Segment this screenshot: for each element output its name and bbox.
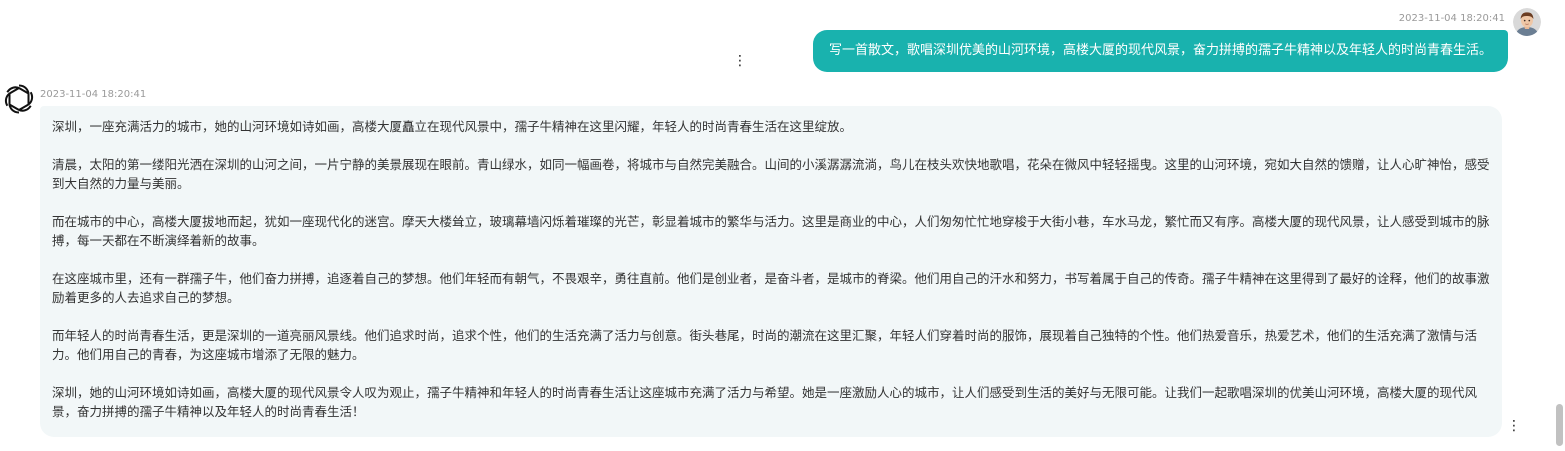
bot-message-more-icon[interactable]: ⋮: [1507, 417, 1521, 435]
bot-paragraph: 清晨，太阳的第一缕阳光洒在深圳的山河之间，一片宁静的美景展现在眼前。青山绿水，如…: [52, 157, 1490, 191]
user-avatar: [1513, 8, 1541, 36]
user-message-more-icon[interactable]: ⋮: [733, 52, 747, 70]
scrollbar-thumb[interactable]: [1556, 404, 1563, 446]
user-message-timestamp: 2023-11-04 18:20:41: [1398, 13, 1505, 24]
bot-paragraph: 而年轻人的时尚青春生活，更是深圳的一道亮丽风景线。他们追求时尚，追求个性，他们的…: [52, 328, 1478, 362]
bot-message-bubble: 深圳，一座充满活力的城市，她的山河环境如诗如画，高楼大厦矗立在现代风景中，孺子牛…: [40, 106, 1502, 437]
bot-paragraph: 深圳，她的山河环境如诗如画，高楼大厦的现代风景令人叹为观止，孺子牛精神和年轻人的…: [52, 385, 1478, 419]
bot-message-timestamp: 2023-11-04 18:20:41: [40, 89, 147, 100]
user-message-bubble: 写一首散文，歌唱深圳优美的山河环境，高楼大厦的现代风景，奋力拼搏的孺子牛精神以及…: [812, 30, 1508, 72]
bot-paragraph: 深圳，一座充满活力的城市，她的山河环境如诗如画，高楼大厦矗立在现代风景中，孺子牛…: [52, 119, 853, 134]
scrollbar[interactable]: [1553, 0, 1565, 451]
openai-logo-icon: [2, 82, 36, 116]
bot-paragraph: 而在城市的中心，高楼大厦拔地而起，犹如一座现代化的迷宫。摩天大楼耸立，玻璃幕墙闪…: [52, 214, 1490, 248]
chat-container: 2023-11-04 18:20:41 写一首散文，歌唱深圳优美的山河环境，高楼…: [0, 0, 1565, 451]
bot-paragraph: 在这座城市里，还有一群孺子牛，他们奋力拼搏，追逐着自己的梦想。他们年轻而有朝气，…: [52, 271, 1490, 305]
